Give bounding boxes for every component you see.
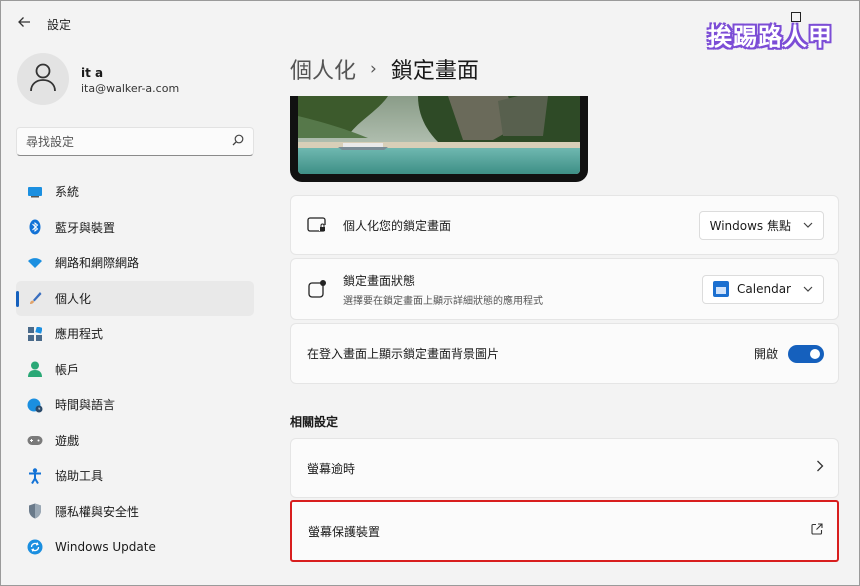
sidebar-item-time-language[interactable]: 時間與語言 bbox=[16, 387, 254, 423]
sidebar-item-label: 應用程式 bbox=[55, 327, 104, 342]
signin-background-toggle[interactable] bbox=[788, 344, 824, 363]
sidebar-item-network[interactable]: 網路和網際網路 bbox=[16, 245, 254, 281]
wifi-icon bbox=[26, 254, 44, 272]
app-title: 設定 bbox=[47, 18, 72, 32]
shield-icon bbox=[26, 502, 44, 520]
lock-screen-status-card: 鎖定畫面狀態 選擇要在鎖定畫面上顯示詳細狀態的應用程式 Calendar bbox=[290, 258, 839, 320]
screensaver-title: 螢幕保護裝置 bbox=[308, 524, 381, 539]
screen-timeout-card[interactable]: 螢幕逾時 bbox=[290, 438, 839, 498]
preview-image bbox=[298, 96, 580, 174]
gamepad-icon bbox=[26, 431, 44, 449]
user-email: ita@walker-a.com bbox=[81, 82, 180, 95]
chevron-down-icon bbox=[803, 220, 813, 231]
related-settings-heading: 相關設定 bbox=[290, 415, 339, 429]
screen-timeout-title: 螢幕逾時 bbox=[307, 461, 356, 476]
sidebar-item-gaming[interactable]: 遊戲 bbox=[16, 423, 254, 459]
sidebar-item-label: 遊戲 bbox=[55, 433, 80, 448]
breadcrumb: 個人化 › 鎖定畫面 bbox=[290, 53, 479, 85]
apps-icon bbox=[26, 325, 44, 343]
globe-clock-icon bbox=[26, 396, 44, 414]
arrow-left-icon bbox=[17, 15, 31, 33]
brush-icon bbox=[26, 289, 44, 307]
sidebar-item-label: 藍牙與裝置 bbox=[55, 220, 116, 235]
toggle-state-label: 開啟 bbox=[753, 347, 778, 361]
calendar-icon bbox=[713, 281, 730, 297]
bluetooth-icon bbox=[26, 218, 44, 236]
sidebar-item-label: 系統 bbox=[55, 185, 80, 200]
toggle-knob bbox=[810, 348, 820, 359]
person-icon bbox=[29, 62, 57, 96]
sidebar-item-accounts[interactable]: 帳戶 bbox=[16, 352, 254, 388]
sidebar-item-label: 網路和網際網路 bbox=[55, 256, 140, 271]
accessibility-icon bbox=[26, 467, 44, 485]
breadcrumb-parent[interactable]: 個人化 bbox=[290, 53, 356, 85]
status-icon bbox=[307, 279, 327, 299]
avatar[interactable] bbox=[17, 53, 69, 105]
chevron-right-icon bbox=[816, 460, 824, 476]
chevron-down-icon bbox=[803, 284, 813, 295]
search-input[interactable] bbox=[26, 134, 232, 149]
sidebar-item-windows-update[interactable]: Windows Update bbox=[16, 529, 254, 565]
sidebar-item-label: 帳戶 bbox=[55, 362, 80, 377]
personalize-lock-screen-card: 個人化您的鎖定畫面 Windows 焦點 bbox=[290, 195, 839, 255]
screensaver-card[interactable]: 螢幕保護裝置 bbox=[290, 500, 839, 562]
breadcrumb-separator: › bbox=[370, 59, 377, 79]
lock-screen-status-title: 鎖定畫面狀態 bbox=[343, 273, 416, 288]
back-button[interactable] bbox=[13, 13, 35, 35]
sidebar-nav: 系統 藍牙與裝置 網路和網際網路 個人化 應用程式 帳戶 時間與語言 遊戲 協助… bbox=[16, 174, 254, 565]
sidebar-item-bluetooth[interactable]: 藍牙與裝置 bbox=[16, 210, 254, 246]
dropdown-value: Windows 焦點 bbox=[709, 218, 791, 233]
sidebar-item-privacy[interactable]: 隱私權與安全性 bbox=[16, 494, 254, 530]
dropdown-value: Calendar bbox=[737, 282, 791, 296]
signin-background-card: 在登入畫面上顯示鎖定畫面背景圖片 開啟 bbox=[290, 323, 839, 384]
search-icon[interactable] bbox=[232, 134, 244, 150]
monitor-icon bbox=[26, 183, 44, 201]
signin-background-title: 在登入畫面上顯示鎖定畫面背景圖片 bbox=[307, 347, 500, 361]
sidebar-item-accessibility[interactable]: 協助工具 bbox=[16, 458, 254, 494]
lock-screen-type-dropdown[interactable]: Windows 焦點 bbox=[698, 210, 824, 240]
update-icon bbox=[26, 538, 44, 556]
search-box[interactable] bbox=[16, 127, 254, 156]
watermark-logo: 挨踢路人甲 bbox=[708, 22, 833, 51]
sidebar-item-label: 個人化 bbox=[55, 291, 92, 306]
external-link-icon bbox=[811, 523, 823, 539]
personalize-lock-screen-title: 個人化您的鎖定畫面 bbox=[343, 218, 452, 233]
user-name: it a bbox=[81, 66, 104, 80]
sidebar-item-personalization[interactable]: 個人化 bbox=[16, 280, 254, 316]
status-app-dropdown[interactable]: Calendar bbox=[702, 274, 824, 304]
sidebar-item-system[interactable]: 系統 bbox=[16, 174, 254, 210]
lock-screen-icon bbox=[307, 215, 327, 235]
settings-window: 設定 挨踢路人甲 it a ita@walker-a.com 系統 藍牙與裝置 bbox=[0, 0, 860, 586]
account-icon bbox=[26, 360, 44, 378]
title-bar: 設定 挨踢路人甲 bbox=[1, 1, 859, 51]
lock-screen-preview bbox=[290, 96, 588, 182]
sidebar-item-label: 時間與語言 bbox=[55, 398, 116, 413]
sidebar-item-apps[interactable]: 應用程式 bbox=[16, 316, 254, 352]
sidebar-item-label: 協助工具 bbox=[55, 469, 104, 484]
lock-screen-status-subtitle: 選擇要在鎖定畫面上顯示詳細狀態的應用程式 bbox=[343, 295, 543, 307]
page-title: 鎖定畫面 bbox=[390, 59, 479, 84]
sidebar-item-label: 隱私權與安全性 bbox=[55, 504, 140, 519]
sidebar-item-label: Windows Update bbox=[55, 539, 156, 554]
